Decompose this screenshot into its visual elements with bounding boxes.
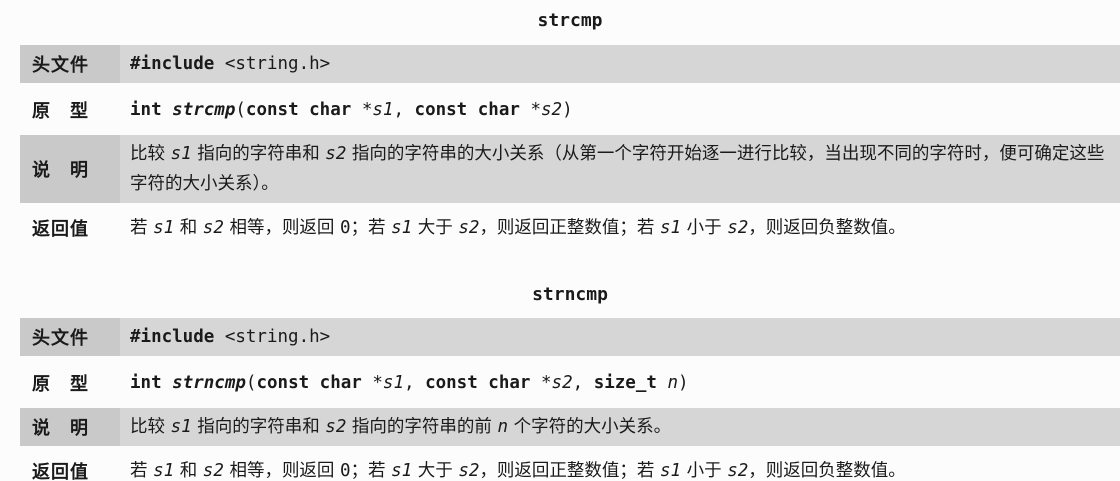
text-segment: , <box>404 373 426 393</box>
text-segment: 小于 <box>681 461 728 481</box>
row-label: 头文件 <box>20 318 120 356</box>
return-value-row: 返回值若 s1 和 s2 相等，则返回 0；若 s1 大于 s2，则返回正整数值… <box>20 209 1120 247</box>
text-segment: 若 <box>130 461 154 481</box>
text-segment: 0 <box>340 218 351 238</box>
text-segment: int <box>130 373 173 393</box>
text-segment: size_t <box>593 373 668 393</box>
text-segment: 相等，则返回 <box>223 218 341 238</box>
text-segment: s2 <box>551 373 573 393</box>
text-segment: ) <box>678 373 689 393</box>
text-segment: 指向的字符串的前 <box>346 417 498 437</box>
text-segment: s2 <box>727 461 749 481</box>
row-value: #include <string.h> <box>120 45 330 83</box>
text-segment: ( <box>245 373 257 393</box>
text-segment: s1 <box>391 218 413 238</box>
text-segment: 个字符的大小关系。 <box>508 417 672 437</box>
header-file-row: 头文件 #include <string.h> <box>20 45 1120 83</box>
row-value: int strcmp(const char *s1, const char *s… <box>120 91 573 129</box>
text-segment: s2 <box>540 100 563 120</box>
text-segment: <string.h> <box>224 54 331 74</box>
text-segment: 指向的字符串和 <box>191 417 326 437</box>
row-value: 若 s1 和 s2 相等，则返回 0；若 s1 大于 s2，则返回正整数值；若 … <box>120 209 906 247</box>
document-page: strcmp 头文件 #include <string.h> 原 型 int strc… <box>0 0 1120 481</box>
text-segment: ；若 <box>350 218 392 238</box>
text-segment: * <box>372 373 383 393</box>
text-segment: s2 <box>202 218 224 238</box>
text-segment: s1 <box>391 461 413 481</box>
text-segment: * <box>361 100 373 120</box>
text-segment: 和 <box>174 461 203 481</box>
text-segment: 和 <box>174 218 203 238</box>
text-segment: ，则返回负整数值。 <box>748 218 906 238</box>
text-segment: #include <box>130 54 225 74</box>
text-segment: s1 <box>660 218 682 238</box>
text-segment: s1 <box>153 461 175 481</box>
row-value: int strncmp(const char *s1, const char *… <box>120 364 689 402</box>
text-segment: #include <box>130 327 225 347</box>
row-label: 原 型 <box>32 101 89 122</box>
strcmp-table: 头文件 #include <string.h> 原 型 int strcmp(cons… <box>20 45 1120 253</box>
text-segment: 比较 <box>130 417 171 437</box>
return-value-row: 返回值若 s1 和 s2 相等，则返回 0；若 s1 大于 s2，则返回正整数值… <box>20 452 1120 481</box>
description-row: 说 明比较 s1 指向的字符串和 s2 指向的字符串的大小关系（从第一个字符开始… <box>20 135 1120 203</box>
text-segment: 大于 <box>412 461 459 481</box>
text-segment: s1 <box>660 461 682 481</box>
text-segment: s1 <box>372 100 394 120</box>
text-segment: 比较 <box>130 144 171 164</box>
row-label: 原 型 <box>32 374 89 395</box>
text-segment: int <box>130 100 173 120</box>
text-segment: s1 <box>153 218 175 238</box>
text-segment: * <box>540 373 552 393</box>
function-title-strcmp: strcmp <box>537 10 603 31</box>
text-segment: , <box>572 373 594 393</box>
row-value: 比较 s1 指向的字符串和 s2 指向的字符串的前 n 个字符的大小关系。 <box>120 408 671 446</box>
row-label: 说 明 <box>20 408 120 446</box>
text-segment: s2 <box>727 218 749 238</box>
text-segment: strncmp <box>172 373 246 393</box>
text-segment: ，则返回负整数值。 <box>748 461 906 481</box>
text-segment: ( <box>235 100 246 120</box>
row-value: #include <string.h> <box>120 318 330 356</box>
text-segment: s1 <box>382 373 404 393</box>
text-segment: const char <box>256 373 373 393</box>
text-segment: s2 <box>202 461 224 481</box>
row-value: 比较 s1 指向的字符串和 s2 指向的字符串的大小关系（从第一个字符开始逐一进… <box>120 135 1120 203</box>
text-segment: const char <box>425 373 541 393</box>
text-segment: s1 <box>170 144 192 164</box>
text-segment: 相等，则返回 <box>223 461 341 481</box>
text-segment: s2 <box>458 461 480 481</box>
header-file-row: 头文件 #include <string.h> <box>20 318 1120 356</box>
row-value: 若 s1 和 s2 相等，则返回 0；若 s1 大于 s2，则返回正整数值；若 … <box>120 452 906 481</box>
text-segment: 小于 <box>681 218 728 238</box>
prototype-row: 原 型 int strcmp(const char *s1, const char… <box>20 91 1120 129</box>
row-label: 返回值 <box>32 219 89 240</box>
row-label: 头文件 <box>20 45 120 83</box>
text-segment: ) <box>562 100 573 120</box>
text-segment: const char <box>414 100 531 120</box>
text-segment: s2 <box>325 417 347 437</box>
text-segment: ，则返回正整数值；若 <box>479 461 660 481</box>
prototype-row: 原 型 int strncmp(const char *s1, const cha… <box>20 364 1120 402</box>
text-segment: * <box>530 100 541 120</box>
text-segment: s1 <box>170 417 192 437</box>
row-label: 返回值 <box>32 462 89 481</box>
row-label: 说 明 <box>20 135 120 203</box>
text-segment: const char <box>245 100 362 120</box>
text-segment: 大于 <box>412 218 459 238</box>
text-segment: , <box>393 100 415 120</box>
text-segment: <string.h> <box>224 327 331 347</box>
text-segment: n <box>497 417 509 437</box>
text-segment: strcmp <box>172 100 236 120</box>
text-segment: ，则返回正整数值；若 <box>479 218 660 238</box>
description-row: 说 明比较 s1 指向的字符串和 s2 指向的字符串的前 n 个字符的大小关系。 <box>20 408 1120 446</box>
text-segment: n <box>667 373 678 393</box>
text-segment: 若 <box>130 218 154 238</box>
text-segment: s2 <box>325 144 347 164</box>
text-segment: s2 <box>458 218 480 238</box>
text-segment: 0 <box>340 461 351 481</box>
function-title-strncmp: strncmp <box>532 284 608 305</box>
text-segment: ；若 <box>350 461 392 481</box>
text-segment: 指向的字符串和 <box>191 144 326 164</box>
strncmp-table: 头文件 #include <string.h> 原 型 int strncmp(con… <box>20 318 1120 481</box>
